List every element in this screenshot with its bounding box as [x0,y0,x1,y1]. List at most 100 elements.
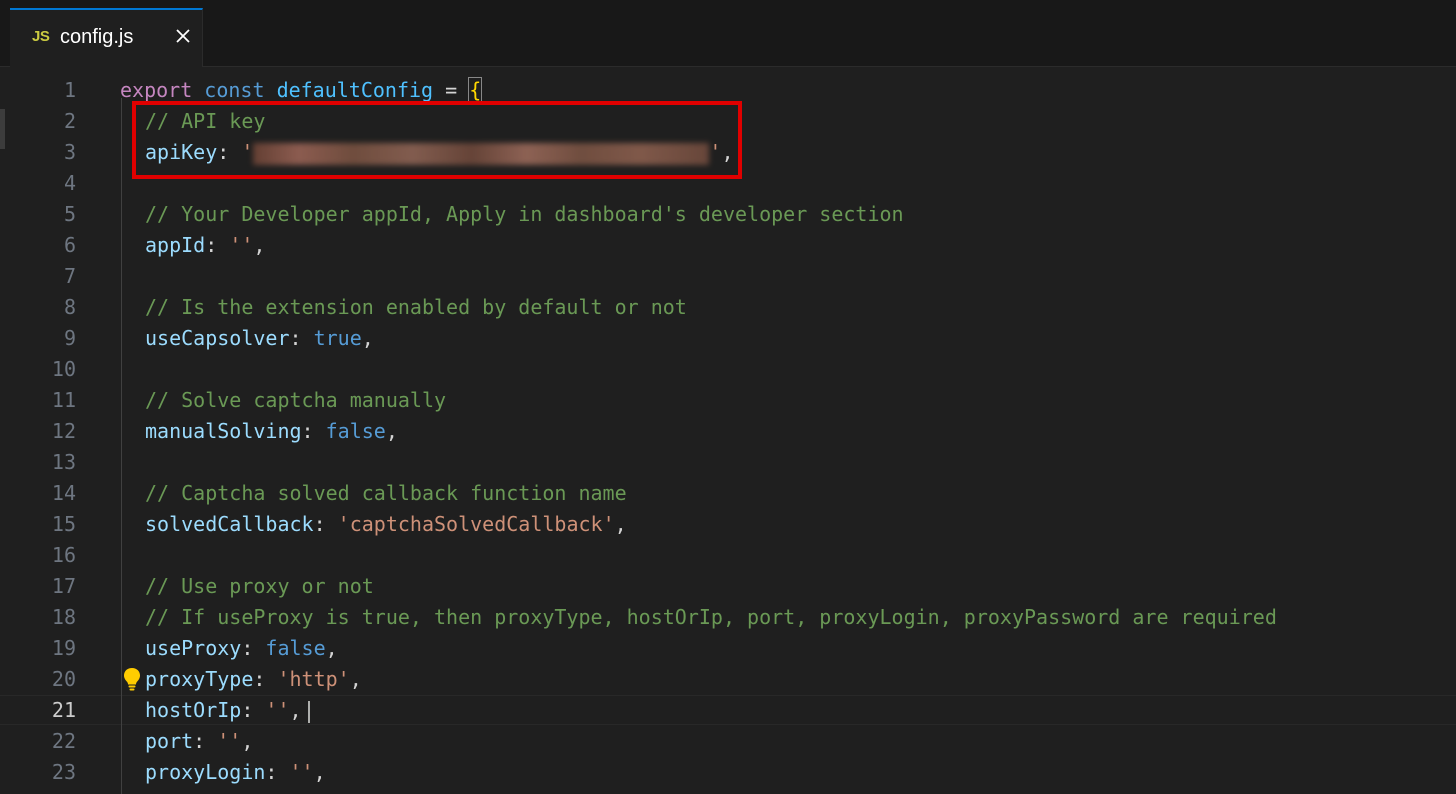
comment: // Is the extension enabled by default o… [145,295,687,319]
comma: , [385,419,398,443]
comma: , [241,729,254,753]
property-key: useProxy [145,636,242,660]
code-line: 13 [0,447,1456,478]
string-value: 'captchaSolvedCallback' [337,512,615,536]
line-number: 16 [51,543,76,567]
comma: , [289,698,302,722]
lightbulb-icon[interactable] [122,666,142,692]
property-key: appId [145,233,206,257]
comma: , [349,667,362,691]
code-text: solvedCallback: 'captchaSolvedCallback', [145,509,627,540]
colon: : [193,729,218,753]
javascript-file-icon: JS [32,28,50,45]
keyword-const: const [204,78,265,102]
line-number: 17 [51,574,76,598]
property-key: proxyType [145,667,254,691]
line-number: 19 [51,636,76,660]
code-line: 18 // If useProxy is true, then proxyTyp… [0,602,1456,633]
line-number: 6 [63,233,76,257]
line-number: 7 [63,264,76,288]
editor-tab-bar: JS config.js [0,8,1456,67]
line-number: 4 [63,171,76,195]
string-value: 'http' [277,667,350,691]
code-line: 6 appId: '', [0,230,1456,261]
line-number: 12 [51,419,76,443]
code-text: proxyLogin: '', [145,757,326,788]
colon: : [313,512,338,536]
line-number: 5 [63,202,76,226]
line-number: 21 [51,698,76,722]
code-line: 5 // Your Developer appId, Apply in dash… [0,199,1456,230]
code-text: port: '', [145,726,253,757]
property-key: manualSolving [145,419,302,443]
code-line: 15 solvedCallback: 'captchaSolvedCallbac… [0,509,1456,540]
code-line: 9 useCapsolver: true, [0,323,1456,354]
code-editor[interactable]: 1 export const defaultConfig = { 2 // AP… [0,67,1456,794]
line-number: 22 [51,729,76,753]
comma: , [361,326,374,350]
line-number: 10 [51,357,76,381]
boolean-value: false [265,636,326,660]
property-key: useCapsolver [145,326,290,350]
property-key: port [145,729,194,753]
open-brace: { [468,77,483,103]
tab-config-js[interactable]: JS config.js [10,8,203,67]
colon: : [241,636,266,660]
line-number: 2 [63,109,76,133]
code-line: 17 // Use proxy or not [0,571,1456,602]
property-key: solvedCallback [145,512,314,536]
line-number: 13 [51,450,76,474]
comma: , [253,233,266,257]
code-line: 14 // Captcha solved callback function n… [0,478,1456,509]
window-top-edge [0,0,1456,8]
code-text: useProxy: false, [145,633,338,664]
line-number: 3 [63,140,76,164]
code-line: 11 // Solve captcha manually [0,385,1456,416]
string-value: '' [229,233,254,257]
code-line: 8 // Is the extension enabled by default… [0,292,1456,323]
line-number: 1 [63,78,76,102]
line-number: 14 [51,481,76,505]
property-key: hostOrIp [145,698,242,722]
code-line: 19 useProxy: false, [0,633,1456,664]
line-number: 8 [63,295,76,319]
comma: , [313,760,326,784]
line-number: 9 [63,326,76,350]
comment: // Solve captcha manually [145,388,447,412]
code-text: useCapsolver: true, [145,323,374,354]
operator: = [433,78,470,102]
code-line: 10 [0,354,1456,385]
close-icon[interactable] [172,25,194,47]
line-number: 11 [51,388,76,412]
code-line: 12 manualSolving: false, [0,416,1456,447]
code-text: manualSolving: false, [145,416,398,447]
variable-name: defaultConfig [276,78,434,102]
code-text: hostOrIp: '', [145,695,302,726]
code-line: 16 [0,540,1456,571]
line-number: 18 [51,605,76,629]
string-value: '' [289,760,314,784]
string-value: '' [217,729,242,753]
comment: // Your Developer appId, Apply in dashbo… [145,202,904,226]
colon: : [205,233,230,257]
comment: // Captcha solved callback function name [145,481,627,505]
line-number: 23 [51,760,76,784]
comment: // Use proxy or not [145,574,374,598]
string-value: '' [265,698,290,722]
tab-label: config.js [60,26,134,48]
boolean-value: false [325,419,386,443]
api-key-highlight-box [132,101,742,179]
code-text: proxyType: 'http', [145,664,362,695]
comment: // If useProxy is true, then proxyType, … [145,605,1277,629]
comma: , [325,636,338,660]
code-text: appId: '', [145,230,265,261]
comma: , [614,512,627,536]
keyword-export: export [120,78,193,102]
colon: : [253,667,278,691]
code-line: 20 proxyType: 'http', [0,664,1456,695]
code-line: 7 [0,261,1456,292]
boolean-value: true [313,326,362,350]
code-line: 22 port: '', [0,726,1456,757]
line-number: 20 [51,667,76,691]
code-line-active: 21 hostOrIp: '', [0,695,1456,726]
